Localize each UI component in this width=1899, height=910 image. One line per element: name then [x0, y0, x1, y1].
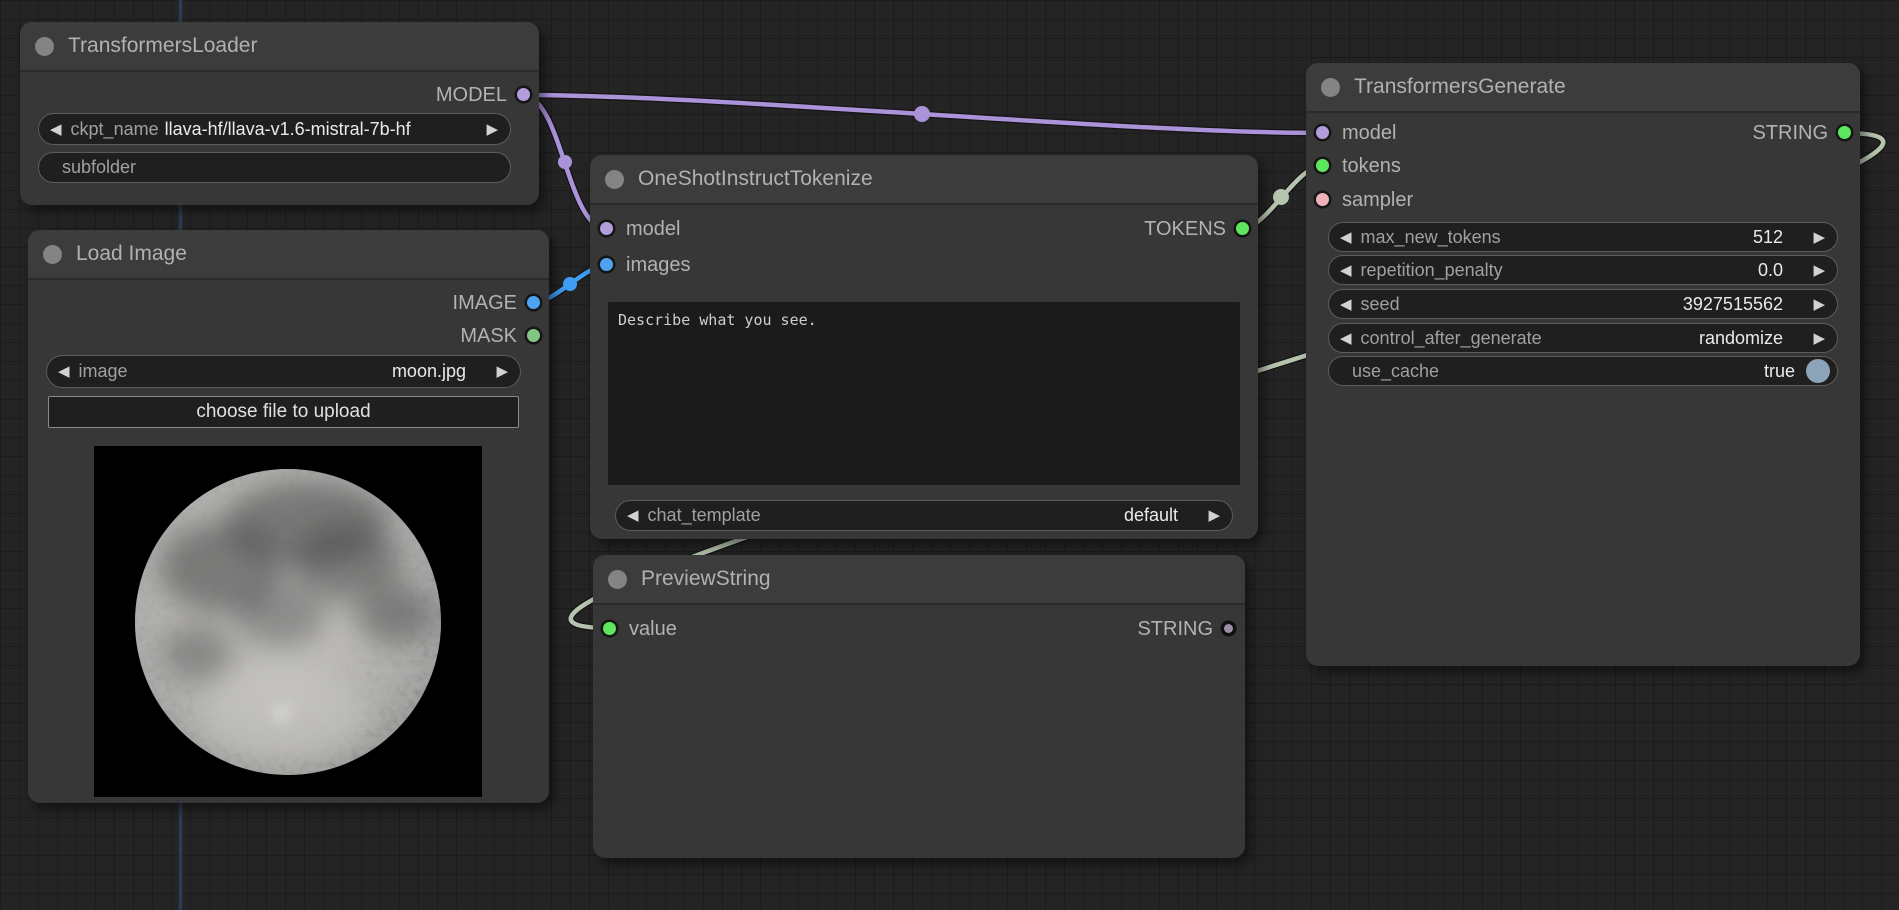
output-dot-string[interactable] — [1224, 624, 1233, 633]
node-status-dot-icon[interactable] — [1321, 78, 1340, 97]
node-title-bar[interactable]: PreviewString — [593, 555, 1245, 605]
node-title-bar[interactable]: TransformersLoader — [20, 22, 539, 72]
node-status-dot-icon[interactable] — [605, 170, 624, 189]
widget-label: image — [79, 361, 128, 382]
output-dot-model[interactable] — [517, 88, 530, 101]
link-dot-image[interactable] — [563, 277, 577, 291]
widget-label: control_after_generate — [1361, 328, 1542, 349]
widget-repetition-penalty[interactable]: ◀ repetition_penalty 0.0 ▶ — [1328, 255, 1838, 285]
input-dot-model[interactable] — [1316, 126, 1329, 139]
node-title: OneShotInstructTokenize — [638, 155, 873, 203]
widget-value: randomize — [1699, 328, 1783, 349]
node-title-bar[interactable]: TransformersGenerate — [1306, 63, 1860, 113]
widget-label: use_cache — [1352, 361, 1439, 382]
widget-label: ckpt_name — [71, 119, 159, 140]
widget-value: 3927515562 — [1683, 294, 1783, 315]
link-dot-model-generate[interactable] — [914, 106, 930, 122]
widget-label: subfolder — [62, 157, 136, 178]
output-dot-tokens[interactable] — [1236, 222, 1249, 235]
input-dot-value[interactable] — [603, 622, 616, 635]
arrow-right-icon[interactable]: ▶ — [486, 122, 498, 137]
output-label-model: MODEL — [436, 82, 507, 108]
output-dot-mask[interactable] — [527, 329, 540, 342]
input-label-tokens: tokens — [1342, 153, 1401, 179]
arrow-left-icon[interactable]: ◀ — [627, 508, 639, 523]
output-label-tokens: TOKENS — [1144, 216, 1226, 242]
node-title: Load Image — [76, 230, 187, 278]
arrow-left-icon[interactable]: ◀ — [58, 364, 70, 379]
input-dot-model[interactable] — [600, 222, 613, 235]
widget-max-new-tokens[interactable]: ◀ max_new_tokens 512 ▶ — [1328, 222, 1838, 252]
node-status-dot-icon[interactable] — [608, 570, 627, 589]
widget-value: default — [1124, 505, 1178, 526]
widget-control-after-generate[interactable]: ◀ control_after_generate randomize ▶ — [1328, 323, 1838, 353]
node-load-image[interactable]: Load Image IMAGE MASK ◀ image moon.jpg ▶… — [28, 230, 549, 803]
node-title: TransformersLoader — [68, 22, 257, 70]
prompt-textarea[interactable]: Describe what you see. — [608, 302, 1240, 485]
input-dot-sampler[interactable] — [1316, 193, 1329, 206]
choose-file-button[interactable]: choose file to upload — [48, 396, 519, 428]
widget-ckpt-name[interactable]: ◀ ckpt_name llava-hf/llava-v1.6-mistral-… — [38, 113, 511, 145]
widget-value: 512 — [1753, 227, 1783, 248]
input-label-sampler: sampler — [1342, 187, 1413, 213]
arrow-left-icon[interactable]: ◀ — [1340, 230, 1352, 245]
arrow-right-icon[interactable]: ▶ — [1813, 230, 1825, 245]
widget-use-cache[interactable]: use_cache true — [1328, 356, 1838, 386]
arrow-left-icon[interactable]: ◀ — [50, 122, 62, 137]
arrow-left-icon[interactable]: ◀ — [1340, 331, 1352, 346]
widget-value: true — [1764, 361, 1795, 382]
node-status-dot-icon[interactable] — [35, 37, 54, 56]
node-title-bar[interactable]: Load Image — [28, 230, 549, 280]
output-label-string: STRING — [1752, 120, 1828, 146]
wire-model-to-generate[interactable] — [522, 95, 1322, 133]
input-label-value: value — [629, 616, 677, 642]
widget-value: moon.jpg — [392, 361, 466, 382]
arrow-right-icon[interactable]: ▶ — [1813, 297, 1825, 312]
link-dot-tokens[interactable] — [1273, 189, 1289, 205]
moon-image — [94, 446, 482, 797]
node-preview-string[interactable]: PreviewString value STRING — [593, 555, 1245, 858]
node-title: TransformersGenerate — [1354, 63, 1566, 111]
widget-value: 0.0 — [1758, 260, 1783, 281]
arrow-left-icon[interactable]: ◀ — [1340, 297, 1352, 312]
node-transformers-loader[interactable]: TransformersLoader MODEL ◀ ckpt_name lla… — [20, 22, 539, 205]
input-label-model: model — [1342, 120, 1396, 146]
image-preview[interactable] — [94, 446, 482, 797]
widget-image-select[interactable]: ◀ image moon.jpg ▶ — [46, 355, 521, 388]
arrow-left-icon[interactable]: ◀ — [1340, 263, 1352, 278]
input-dot-tokens[interactable] — [1316, 159, 1329, 172]
node-transformers-generate[interactable]: TransformersGenerate model tokens sample… — [1306, 63, 1860, 666]
wire-outline — [522, 95, 1322, 133]
node-title-bar[interactable]: OneShotInstructTokenize — [590, 155, 1258, 205]
output-label-mask: MASK — [460, 323, 517, 349]
output-label-string: STRING — [1137, 616, 1213, 642]
output-label-image: IMAGE — [453, 290, 517, 316]
node-graph-canvas[interactable]: TransformersLoader MODEL ◀ ckpt_name lla… — [0, 0, 1899, 910]
node-title: PreviewString — [641, 555, 771, 603]
widget-value: llava-hf/llava-v1.6-mistral-7b-hf — [165, 119, 411, 140]
widget-seed[interactable]: ◀ seed 3927515562 ▶ — [1328, 289, 1838, 319]
input-label-images: images — [626, 252, 690, 278]
arrow-right-icon[interactable]: ▶ — [1813, 331, 1825, 346]
widget-subfolder[interactable]: subfolder — [38, 152, 511, 183]
widget-label: chat_template — [648, 505, 761, 526]
arrow-right-icon[interactable]: ▶ — [496, 364, 508, 379]
arrow-right-icon[interactable]: ▶ — [1813, 263, 1825, 278]
input-label-model: model — [626, 216, 680, 242]
output-dot-image[interactable] — [527, 296, 540, 309]
widget-label: max_new_tokens — [1361, 227, 1501, 248]
arrow-right-icon[interactable]: ▶ — [1208, 508, 1220, 523]
widget-chat-template[interactable]: ◀ chat_template default ▶ — [615, 500, 1233, 531]
toggle-icon[interactable] — [1806, 359, 1830, 383]
output-dot-string[interactable] — [1838, 126, 1851, 139]
input-dot-images[interactable] — [600, 258, 613, 271]
link-dot-model-tokenize[interactable] — [558, 155, 572, 169]
widget-label: seed — [1361, 294, 1400, 315]
widget-label: repetition_penalty — [1361, 260, 1503, 281]
node-status-dot-icon[interactable] — [43, 245, 62, 264]
node-oneshot-instruct-tokenize[interactable]: OneShotInstructTokenize model images TOK… — [590, 155, 1258, 539]
